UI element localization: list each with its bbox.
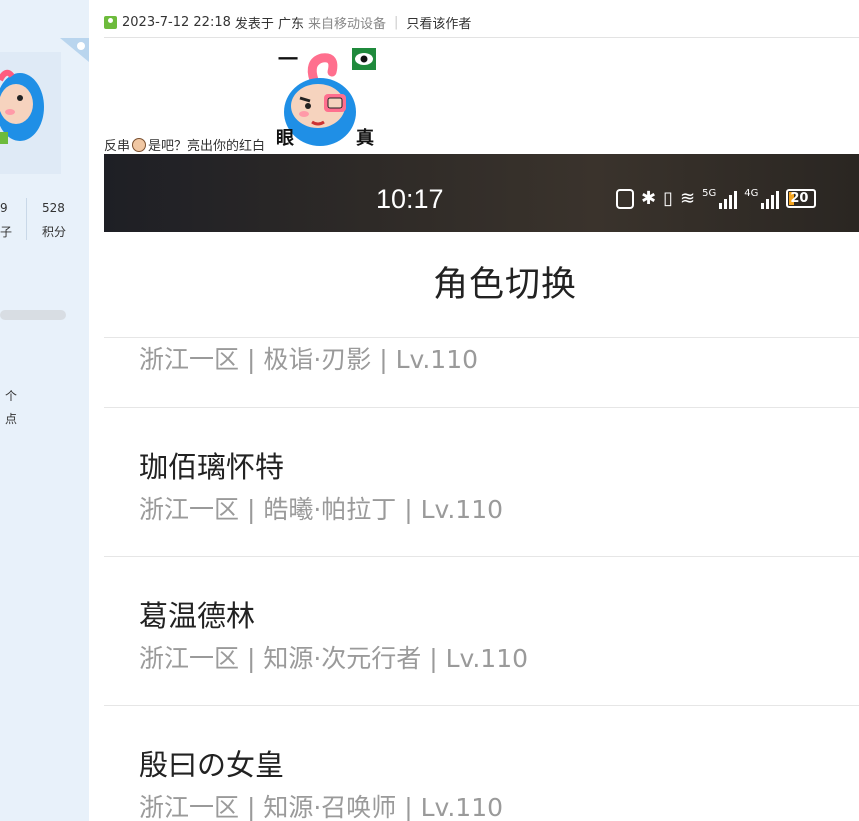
header-divider xyxy=(104,37,859,38)
level-progress-bar xyxy=(0,310,66,320)
net-label-4g: 4G xyxy=(744,188,759,199)
net-label-5g: 5G xyxy=(702,188,717,199)
battery-percent: 20 xyxy=(790,191,809,206)
role-switch-title: 角色切换 xyxy=(432,265,577,305)
role-info-0[interactable]: 浙江一区 | 极诣·刃影 | Lv.110 xyxy=(139,340,478,376)
role-divider xyxy=(104,705,859,706)
sticker-char-4: 真 xyxy=(356,127,374,149)
post-source: 来自移动设备 xyxy=(308,16,387,32)
role-name-3[interactable]: 殷曰の女皇 xyxy=(139,742,284,784)
attached-screenshot[interactable]: 10:17 ✱ ▯ ≋ 5G 4G 20 角色切换 浙江一区 | 极诣·刃影 |… xyxy=(104,154,859,821)
vibrate-icon: ▯ xyxy=(663,188,673,209)
signal-icon-1 xyxy=(719,189,738,209)
sidebar-text-2: 点 xyxy=(5,412,18,426)
role-info-2[interactable]: 浙江一区 | 知源·次元行者 | Lv.110 xyxy=(139,639,528,675)
role-divider xyxy=(104,407,859,408)
meme-sticker: 一 眼 真 xyxy=(270,44,385,150)
role-name-1[interactable]: 珈佰璃怀特 xyxy=(139,444,284,486)
post-text-end: 是吧？亮出你的红白 xyxy=(148,139,266,154)
role-info-3[interactable]: 浙江一区 | 知源·召唤师 | Lv.110 xyxy=(139,788,503,821)
role-divider xyxy=(104,556,859,557)
post-text-start: 反串 xyxy=(104,139,131,154)
stat-label-posts: 子 xyxy=(0,225,13,239)
sidebar-text-1: 个 xyxy=(5,389,18,403)
face-emoji-icon xyxy=(132,137,147,152)
role-info-1[interactable]: 浙江一区 | 皓曦·帕拉丁 | Lv.110 xyxy=(139,490,503,526)
post-location: 发表于 广东 xyxy=(234,16,305,32)
stat-value-posts[interactable]: 9 xyxy=(0,201,8,215)
sticker-char-1: 一 xyxy=(278,47,298,71)
stat-divider xyxy=(26,198,27,240)
online-status-icon xyxy=(104,15,117,29)
post-body-text: 反串 是吧？亮出你的红白 xyxy=(104,135,265,154)
post-meta-bar: 2023-7-12 22:18 发表于 广东 来自移动设备 | 只看该作者 xyxy=(104,12,859,32)
wifi-icon: ≋ xyxy=(680,188,696,209)
author-only-link[interactable]: 只看该作者 xyxy=(406,13,471,32)
nfc-icon xyxy=(616,188,634,209)
post-timestamp: 2023-7-12 22:18 xyxy=(122,14,231,30)
sticker-char-3: 眼 xyxy=(276,128,294,149)
bluetooth-icon: ✱ xyxy=(641,188,657,209)
meta-separator: | xyxy=(394,14,399,30)
signal-icon-2 xyxy=(761,189,780,209)
status-clock: 10:17 xyxy=(376,184,444,214)
phone-status-bar: 10:17 ✱ ▯ ≋ 5G 4G 20 xyxy=(104,154,859,232)
stat-value-points[interactable]: 528 xyxy=(42,201,65,215)
title-divider xyxy=(104,337,859,338)
battery-icon: 20 xyxy=(786,189,817,208)
status-icons: ✱ ▯ ≋ 5G 4G 20 xyxy=(616,188,817,209)
android-badge-icon xyxy=(60,38,89,62)
role-name-2[interactable]: 葛温德林 xyxy=(139,593,255,635)
stat-label-points: 积分 xyxy=(42,225,67,239)
author-avatar[interactable] xyxy=(0,52,61,174)
author-sidebar: 9 子 528 积分 个 点 xyxy=(0,0,89,821)
